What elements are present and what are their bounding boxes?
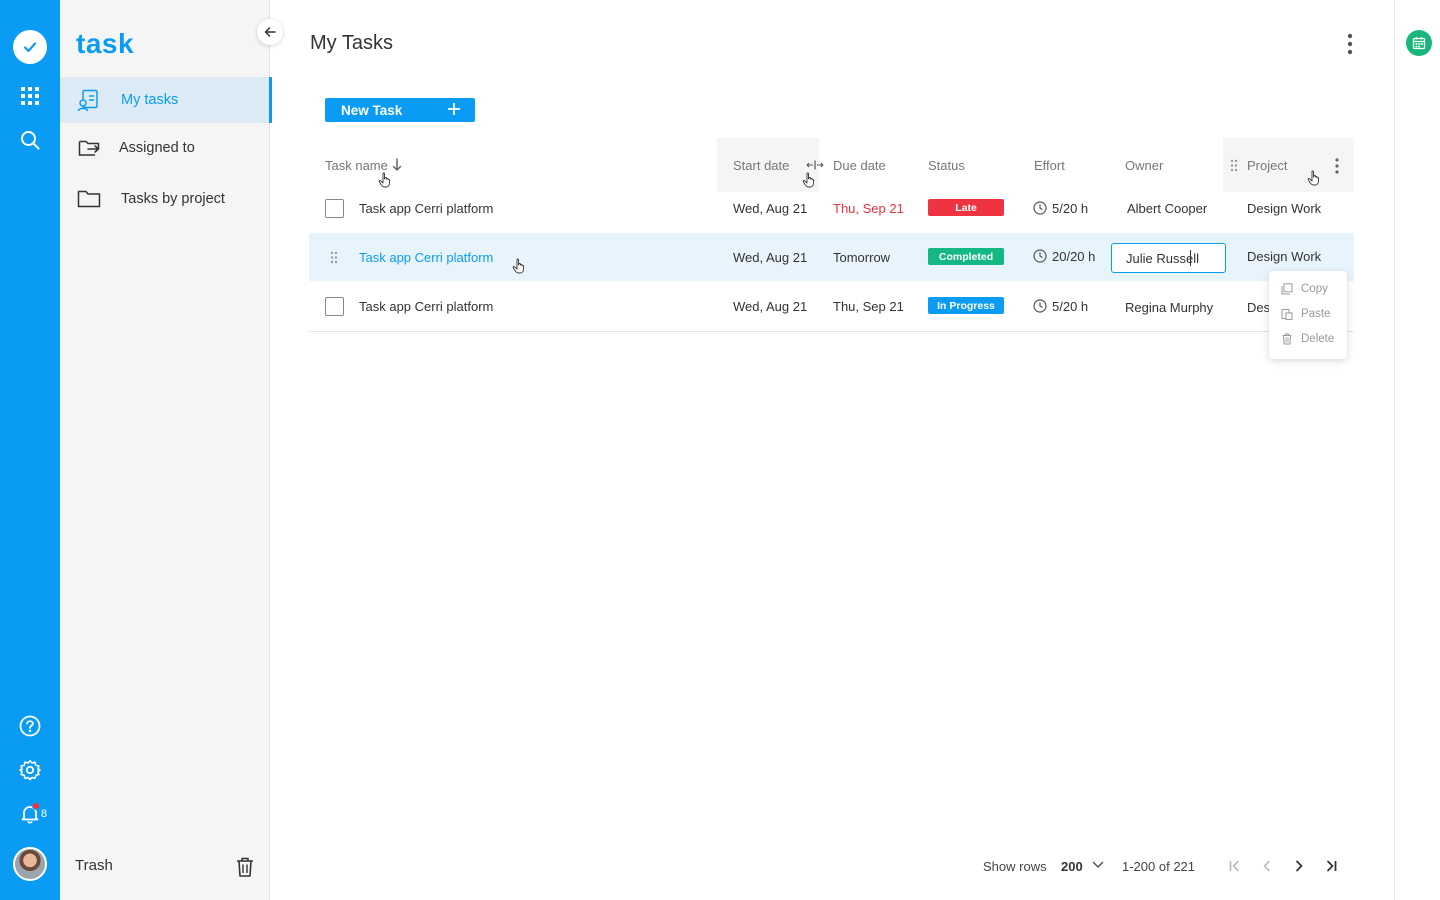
row-3-effort[interactable]: 5/20 h bbox=[1052, 299, 1088, 314]
last-page-button[interactable] bbox=[1320, 855, 1342, 877]
clock-icon bbox=[1033, 299, 1047, 313]
new-task-label: New Task bbox=[341, 102, 403, 118]
hand-cursor-icon bbox=[512, 258, 524, 274]
header-owner[interactable]: Owner bbox=[1125, 158, 1163, 173]
sidebar-item-label: Assigned to bbox=[119, 140, 195, 156]
app-logo: task bbox=[76, 28, 135, 59]
row-1-effort[interactable]: 5/20 h bbox=[1052, 201, 1088, 216]
hand-cursor-icon bbox=[378, 172, 390, 188]
search-icon[interactable] bbox=[0, 120, 60, 160]
calendar-icon[interactable] bbox=[1406, 30, 1432, 56]
table-bottom-divider bbox=[309, 331, 1354, 332]
row-3-checkbox[interactable] bbox=[325, 297, 344, 316]
header-project[interactable]: Project bbox=[1247, 158, 1287, 173]
row-3-task-name[interactable]: Task app Cerri platform bbox=[359, 299, 493, 314]
notifications-bell-icon[interactable] bbox=[0, 794, 60, 834]
row-2-status-badge[interactable]: Completed bbox=[928, 248, 1004, 265]
app-home-check-icon[interactable] bbox=[13, 30, 47, 64]
sidebar-item-tasks-by-project[interactable]: Tasks by project bbox=[60, 176, 272, 222]
row-2-start-date[interactable]: Wed, Aug 21 bbox=[733, 250, 807, 265]
chevron-left-icon bbox=[1263, 860, 1270, 872]
hand-cursor-icon bbox=[1307, 170, 1319, 186]
context-menu-copy[interactable]: Copy bbox=[1269, 278, 1347, 303]
next-page-button[interactable] bbox=[1288, 855, 1310, 877]
last-page-icon bbox=[1327, 860, 1337, 872]
header-due-date[interactable]: Due date bbox=[833, 158, 886, 173]
app-rail: 8 bbox=[0, 0, 60, 900]
row-2-effort[interactable]: 20/20 h bbox=[1052, 249, 1095, 264]
sidebar-item-assigned-to[interactable]: Assigned to bbox=[60, 125, 272, 171]
new-task-button[interactable]: New Task bbox=[325, 98, 475, 122]
plus-icon bbox=[448, 103, 460, 115]
header-task-name[interactable]: Task name bbox=[325, 158, 388, 173]
drag-handle-icon[interactable] bbox=[1230, 159, 1238, 172]
row-1-due-date[interactable]: Thu, Sep 21 bbox=[833, 201, 904, 216]
sidebar-item-label: My tasks bbox=[121, 92, 179, 108]
row-1-status-badge[interactable]: Late bbox=[928, 199, 1004, 216]
context-menu-delete[interactable]: Delete bbox=[1269, 328, 1347, 353]
collapse-sidebar-button[interactable] bbox=[257, 19, 283, 45]
context-menu: Copy Paste Delete bbox=[1269, 271, 1347, 359]
row-1-task-name[interactable]: Task app Cerri platform bbox=[359, 201, 493, 216]
sidebar: task My tasks Assigned to Tasks by proje… bbox=[60, 0, 283, 900]
sidebar-item-my-tasks[interactable]: My tasks bbox=[60, 77, 272, 123]
row-3-owner[interactable]: Regina Murphy bbox=[1125, 300, 1213, 315]
notification-dot bbox=[32, 802, 40, 810]
assigned-icon bbox=[78, 140, 100, 156]
row-3-due-date[interactable]: Thu, Sep 21 bbox=[833, 299, 904, 314]
copy-icon bbox=[1281, 283, 1293, 295]
row-3-status-badge[interactable]: In Progress bbox=[928, 297, 1004, 314]
previous-page-button[interactable] bbox=[1256, 855, 1278, 877]
row-1-start-date[interactable]: Wed, Aug 21 bbox=[733, 201, 807, 216]
sidebar-item-label: Tasks by project bbox=[121, 191, 225, 207]
context-menu-paste[interactable]: Paste bbox=[1269, 303, 1347, 328]
row-drag-handle-icon[interactable] bbox=[330, 251, 338, 264]
pagination-range: 1-200 of 221 bbox=[1122, 859, 1196, 874]
header-effort[interactable]: Effort bbox=[1034, 158, 1065, 173]
chevron-right-icon bbox=[1296, 860, 1303, 872]
hand-cursor-icon bbox=[802, 172, 814, 188]
column-menu-icon[interactable] bbox=[1334, 158, 1340, 174]
user-avatar[interactable] bbox=[13, 847, 47, 881]
row-2-project[interactable]: Design Work bbox=[1247, 249, 1321, 264]
arrow-left-icon bbox=[264, 27, 276, 37]
folder-icon bbox=[77, 190, 101, 208]
task-list-icon bbox=[77, 89, 98, 112]
sort-down-arrow-icon[interactable] bbox=[392, 158, 402, 172]
column-resize-icon[interactable] bbox=[806, 160, 824, 170]
page-title: My Tasks bbox=[310, 32, 393, 54]
row-1-project[interactable]: Design Work bbox=[1247, 201, 1321, 216]
show-rows-label: Show rows bbox=[983, 859, 1047, 874]
header-status[interactable]: Status bbox=[928, 158, 965, 173]
row-1-checkbox[interactable] bbox=[325, 199, 344, 218]
clock-icon bbox=[1033, 249, 1047, 263]
right-panel bbox=[1394, 0, 1440, 900]
rows-per-page-select[interactable]: 200 bbox=[1061, 859, 1083, 874]
page-more-options-icon[interactable] bbox=[1338, 32, 1362, 56]
row-1-owner[interactable]: Albert Cooper bbox=[1127, 201, 1207, 216]
header-start-date[interactable]: Start date bbox=[733, 158, 789, 173]
row-3-project[interactable]: Des bbox=[1247, 300, 1270, 315]
trash-icon[interactable] bbox=[234, 856, 256, 878]
row-2-owner-input[interactable] bbox=[1111, 243, 1226, 273]
text-caret bbox=[1190, 250, 1191, 266]
clock-icon bbox=[1033, 201, 1047, 215]
row-2-due-date[interactable]: Tomorrow bbox=[833, 250, 890, 265]
notification-count: 8 bbox=[41, 808, 48, 820]
trash-label[interactable]: Trash bbox=[75, 857, 113, 874]
first-page-button[interactable] bbox=[1224, 855, 1246, 877]
row-3-start-date[interactable]: Wed, Aug 21 bbox=[733, 299, 807, 314]
first-page-icon bbox=[1229, 860, 1239, 872]
delete-icon bbox=[1282, 333, 1292, 345]
settings-gear-icon[interactable] bbox=[0, 750, 60, 790]
row-2-task-name[interactable]: Task app Cerri platform bbox=[359, 250, 493, 265]
chevron-down-icon[interactable] bbox=[1092, 861, 1104, 869]
apps-grid-icon[interactable] bbox=[0, 76, 60, 116]
paste-icon bbox=[1281, 309, 1293, 320]
help-icon[interactable] bbox=[0, 706, 60, 746]
